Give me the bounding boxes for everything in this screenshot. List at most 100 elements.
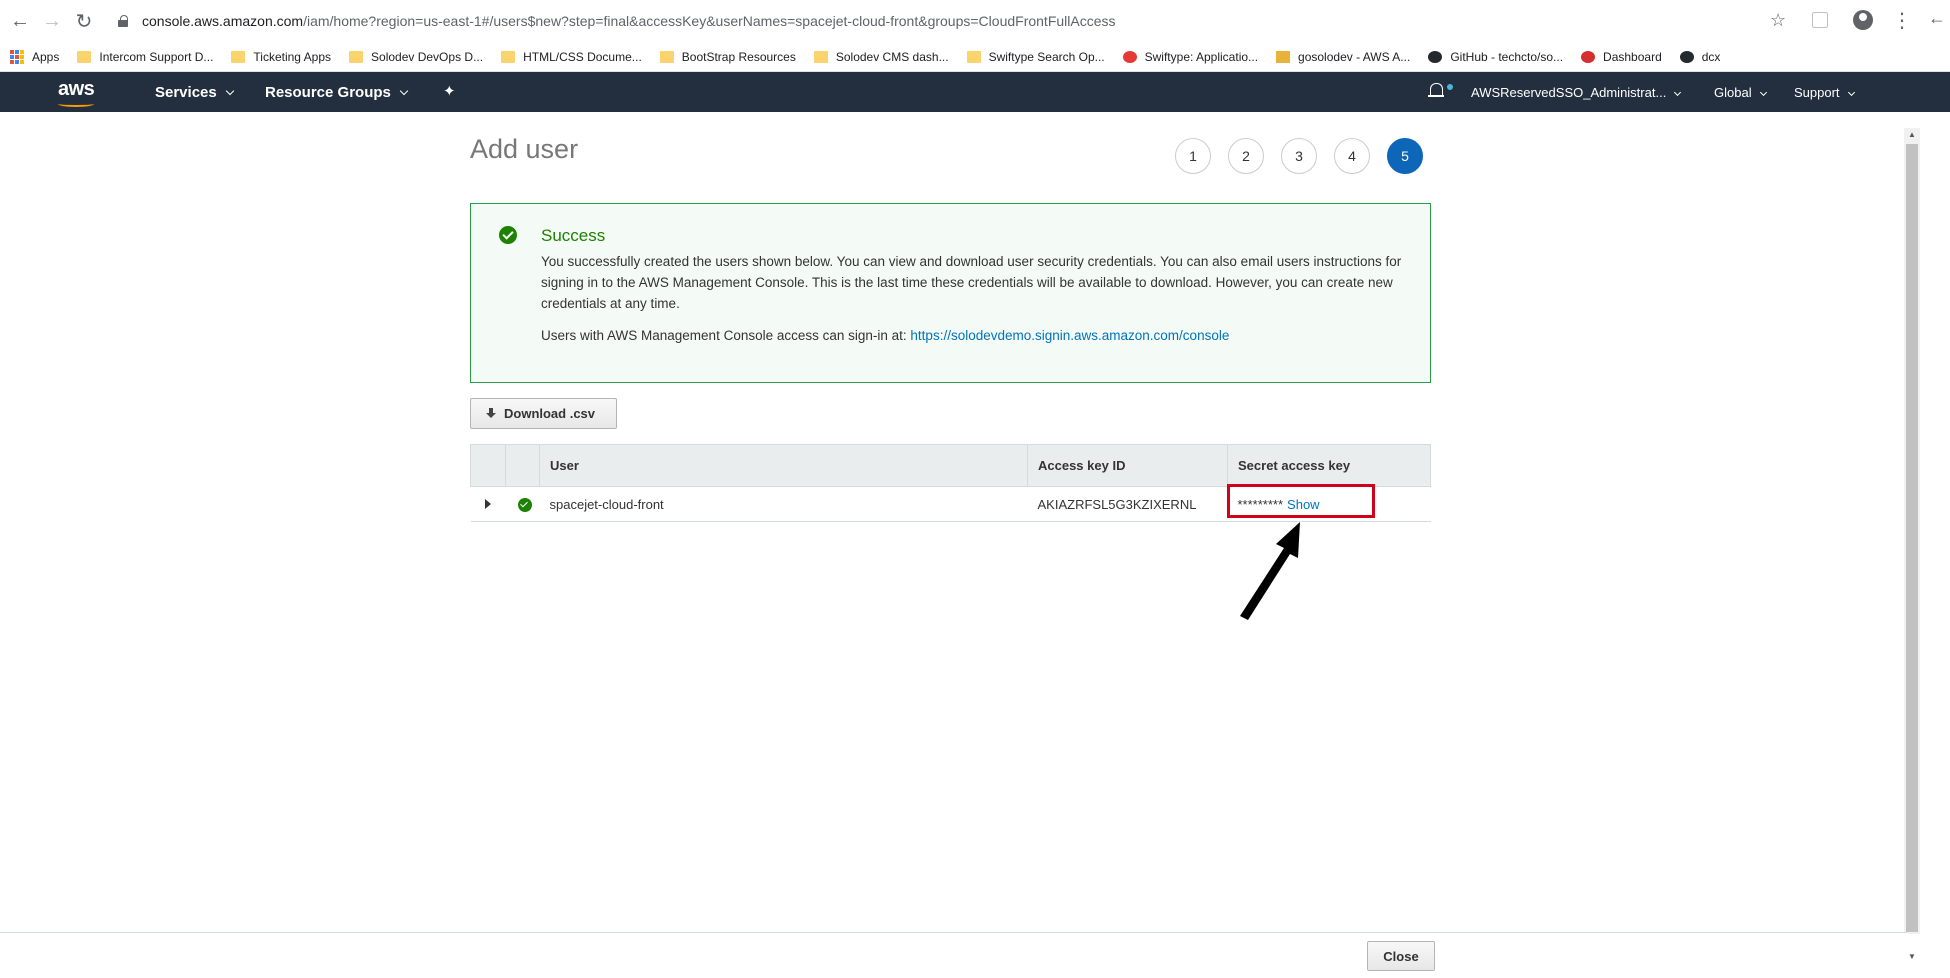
gear-red-icon: [1581, 50, 1596, 63]
user-column-header: User: [539, 444, 1028, 487]
account-menu[interactable]: AWSReservedSSO_Administrat...: [1471, 85, 1682, 100]
bookmark-star-icon[interactable]: ☆: [1770, 10, 1786, 31]
region-menu[interactable]: Global: [1714, 85, 1767, 100]
bookmark-item[interactable]: Solodev DevOps D...: [349, 50, 483, 64]
bookmark-item[interactable]: Swiftype Search Op...: [966, 50, 1105, 64]
profile-icon[interactable]: [1853, 10, 1873, 30]
download-icon: [485, 407, 497, 420]
extension-icon[interactable]: [1812, 12, 1828, 28]
forward-icon[interactable]: →: [36, 5, 68, 37]
signin-url-link[interactable]: https://solodevdemo.signin.aws.amazon.co…: [910, 328, 1229, 343]
success-check-icon: [499, 226, 517, 244]
wizard-footer: Close: [0, 932, 1907, 978]
bookmark-label: HTML/CSS Docume...: [523, 49, 642, 64]
aws-top-nav: aws Services Resource Groups ✦ AWSReserv…: [0, 72, 1950, 112]
reload-icon[interactable]: ↻: [68, 5, 100, 37]
url-text: console.aws.amazon.com/iam/home?region=u…: [142, 13, 1116, 29]
wizard-step-4[interactable]: 4: [1334, 138, 1370, 174]
aws-smile-icon: [58, 101, 94, 107]
bookmark-label: BootStrap Resources: [681, 49, 796, 64]
wizard-step-1[interactable]: 1: [1175, 138, 1211, 174]
scroll-down-icon[interactable]: ▼: [1906, 952, 1918, 964]
pin-icon[interactable]: ✦: [443, 82, 456, 100]
folder-icon: [659, 50, 674, 63]
access-key-id-cell: AKIAZRFSL5G3KZIXERNL: [1027, 486, 1228, 522]
lock-icon: [118, 15, 130, 27]
bookmark-item[interactable]: Dashboard: [1581, 50, 1662, 64]
signin-prefix: Users with AWS Management Console access…: [541, 328, 911, 343]
users-table: User Access key ID Secret access key spa…: [470, 444, 1431, 522]
bookmark-item[interactable]: Apps: [10, 49, 60, 64]
user-name-cell: spacejet-cloud-front: [539, 486, 1028, 522]
github-icon: [1428, 50, 1443, 63]
wizard-step-3[interactable]: 3: [1281, 138, 1317, 174]
apps-grid-icon: [10, 49, 24, 64]
main-content: Add user 12345 Success You successfully …: [0, 112, 1907, 932]
wizard-step-5[interactable]: 5: [1387, 138, 1423, 174]
browser-chrome: ← → ↻ console.aws.amazon.com/iam/home?re…: [0, 0, 1950, 72]
bookmark-item[interactable]: gosolodev - AWS A...: [1276, 50, 1410, 64]
bell-icon[interactable]: [1428, 82, 1444, 100]
account-label: AWSReservedSSO_Administrat...: [1471, 85, 1667, 100]
services-label: Services: [155, 84, 217, 101]
success-check-icon: [517, 498, 532, 512]
bookmark-item[interactable]: HTML/CSS Docume...: [501, 50, 642, 64]
bookmark-label: Apps: [32, 49, 60, 64]
bookmark-item[interactable]: Intercom Support D...: [77, 50, 213, 64]
notification-dot: [1447, 84, 1453, 90]
secret-key-column-header: Secret access key: [1227, 444, 1431, 487]
access-key-column-header: Access key ID: [1027, 444, 1228, 487]
bookmark-item[interactable]: Ticketing Apps: [231, 50, 331, 64]
resource-groups-menu[interactable]: Resource Groups: [265, 84, 409, 101]
expand-column-header: [470, 444, 506, 487]
show-secret-link[interactable]: Show: [1287, 497, 1320, 512]
bookmark-item[interactable]: Solodev CMS dash...: [813, 49, 949, 64]
scrollbar-thumb[interactable]: [1906, 144, 1918, 932]
support-menu[interactable]: Support: [1794, 85, 1855, 100]
bookmark-item[interactable]: dcx: [1679, 50, 1720, 64]
side-arrow-icon[interactable]: ←: [1928, 8, 1946, 29]
caret-right-icon: [484, 498, 491, 509]
url-host: console.aws.amazon.com: [142, 13, 304, 29]
folder-icon: [231, 50, 246, 63]
download-csv-button[interactable]: Download .csv: [470, 398, 617, 429]
folder-icon: [77, 50, 92, 63]
services-menu[interactable]: Services: [155, 84, 234, 101]
status-column-header: [505, 444, 540, 487]
bookmark-label: Solodev CMS dash...: [835, 49, 949, 64]
chevron-down-icon: [1847, 88, 1855, 97]
bookmark-label: Ticketing Apps: [253, 49, 332, 64]
secret-masked-value: *********: [1237, 496, 1284, 512]
close-button[interactable]: Close: [1367, 941, 1435, 971]
success-title: Success: [541, 226, 606, 245]
success-message: You successfully created the users shown…: [541, 254, 1402, 311]
bookmark-label: GitHub - techcto/so...: [1450, 49, 1564, 64]
bookmark-label: Intercom Support D...: [99, 49, 214, 64]
bookmarks-bar: Apps Intercom Support D... Ticketing Apps S…: [0, 42, 1950, 72]
secret-key-cell: ********* Show: [1227, 486, 1431, 522]
resource-groups-label: Resource Groups: [265, 84, 391, 101]
wizard-step-2[interactable]: 2: [1228, 138, 1264, 174]
wizard-steps: 12345: [1175, 138, 1423, 174]
support-label: Support: [1794, 85, 1840, 100]
download-csv-label: Download .csv: [504, 406, 596, 421]
folder-icon: [501, 50, 516, 63]
kebab-menu-icon[interactable]: ⋮: [1892, 8, 1912, 33]
chevron-down-icon: [1759, 88, 1767, 97]
table-header-row: User Access key ID Secret access key: [470, 444, 1431, 487]
page-title: Add user: [470, 134, 579, 164]
bookmark-label: Solodev DevOps D...: [371, 49, 484, 64]
bookmark-item[interactable]: BootStrap Resources: [659, 49, 796, 64]
bookmark-item[interactable]: Swiftype: Applicatio...: [1122, 50, 1258, 64]
url-path: /iam/home?region=us-east-1#/users$new?st…: [303, 13, 1116, 29]
back-icon[interactable]: ←: [4, 5, 36, 37]
chevron-down-icon: [225, 86, 234, 96]
github-icon: [1679, 50, 1694, 63]
aws-logo[interactable]: aws: [58, 78, 95, 101]
expand-row-toggle[interactable]: [470, 486, 506, 522]
scroll-up-icon[interactable]: ▲: [1906, 130, 1918, 142]
address-bar[interactable]: console.aws.amazon.com/iam/home?region=u…: [108, 6, 1790, 36]
folder-icon: [349, 50, 364, 63]
bookmark-item[interactable]: GitHub - techcto/so...: [1428, 50, 1563, 64]
chevron-down-icon: [1674, 88, 1682, 97]
